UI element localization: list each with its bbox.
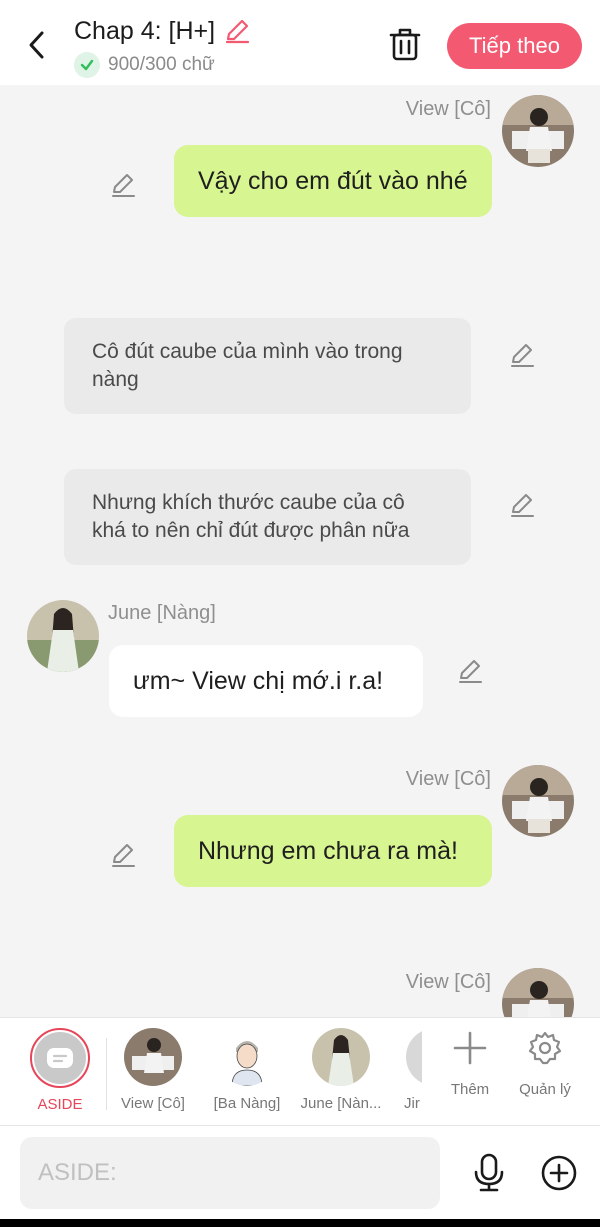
add-label: Thêm: [450, 1081, 490, 1098]
avatar: [406, 1028, 422, 1086]
top-bar: Chap 4: [H+] 900/300 chữ Tiếp theo: [0, 0, 600, 85]
message-bubble[interactable]: Vậy cho em đút vào nhé: [174, 145, 492, 217]
back-button[interactable]: [22, 28, 52, 62]
narration-bubble[interactable]: Cô đút caube của mình vào trong nàng: [64, 318, 471, 414]
edit-message-button[interactable]: [109, 841, 137, 869]
add-character-button[interactable]: Thêm: [435, 1030, 505, 1098]
character-jir[interactable]: Jir: [390, 1028, 422, 1122]
character-view[interactable]: View [Cô]: [108, 1028, 198, 1122]
trash-icon: [389, 28, 421, 61]
edit-message-button[interactable]: [109, 171, 137, 199]
avatar: [312, 1028, 370, 1086]
avatar: [124, 1028, 182, 1086]
pencil-icon: [112, 174, 135, 197]
avatar-june[interactable]: [27, 600, 99, 672]
gear-icon: [528, 1031, 562, 1065]
next-button[interactable]: Tiếp theo: [447, 23, 582, 69]
word-count: 900/300 chữ: [108, 54, 215, 75]
aside-avatar: [30, 1028, 90, 1088]
character-aside[interactable]: ASIDE: [15, 1028, 105, 1122]
message-icon: [47, 1048, 73, 1068]
message-bubble[interactable]: Nhưng em chưa ra mà!: [174, 815, 492, 887]
word-count-row: 900/300 chữ: [74, 52, 215, 78]
voice-button[interactable]: [470, 1153, 508, 1193]
divider: [106, 1038, 107, 1110]
sender-name: View [Cô]: [405, 768, 491, 790]
sender-name: View [Cô]: [405, 971, 491, 993]
plus-circle-icon: [541, 1155, 577, 1191]
pencil-icon: [511, 494, 534, 517]
character-label: Jir: [404, 1095, 420, 1112]
pencil-icon: [511, 344, 534, 367]
add-button[interactable]: [540, 1154, 578, 1192]
character-label: [Ba Nàng]: [213, 1095, 281, 1112]
character-label: June [Nàn...: [300, 1095, 382, 1112]
message-bubble[interactable]: ưm~ View chị mớ.i r.a!: [109, 645, 423, 717]
title-row: Chap 4: [H+]: [74, 16, 253, 46]
pencil-icon: [225, 19, 250, 44]
manage-button[interactable]: Quản lý: [510, 1030, 580, 1098]
character-june[interactable]: June [Nàn...: [296, 1028, 386, 1122]
edit-title-button[interactable]: [223, 16, 253, 46]
microphone-icon: [474, 1153, 504, 1192]
character-bar: ASIDE View [Cô] [Ba Nàng] June [Nàn... J…: [0, 1017, 600, 1125]
avatar-view[interactable]: [502, 765, 574, 837]
character-label: ASIDE: [37, 1096, 83, 1113]
chapter-title: Chap 4: [H+]: [74, 16, 216, 45]
avatar: [218, 1028, 276, 1086]
avatar-view[interactable]: [502, 968, 574, 1017]
chat-area[interactable]: View [Cô] Vậy cho em đút vào nhé Cô đút …: [0, 85, 600, 1017]
sender-name: June [Nàng]: [108, 602, 216, 624]
manage-label: Quản lý: [519, 1081, 571, 1098]
chevron-left-icon: [29, 31, 44, 59]
avatar-view[interactable]: [502, 95, 574, 167]
narration-bubble[interactable]: Nhưng khích thước caube của cô khá to nê…: [64, 469, 471, 565]
pencil-icon: [459, 660, 482, 683]
system-nav-bar: [0, 1219, 600, 1227]
check-icon: [74, 52, 100, 78]
edit-message-button[interactable]: [508, 491, 536, 519]
edit-message-button[interactable]: [456, 657, 484, 685]
pencil-icon: [112, 844, 135, 867]
edit-message-button[interactable]: [508, 341, 536, 369]
delete-button[interactable]: [388, 26, 422, 62]
message-input[interactable]: [20, 1137, 440, 1209]
plus-icon: [453, 1031, 487, 1065]
sender-name: View [Cô]: [405, 98, 491, 120]
character-ba-nang[interactable]: [Ba Nàng]: [202, 1028, 292, 1122]
character-label: View [Cô]: [121, 1095, 185, 1112]
input-bar: [0, 1125, 600, 1219]
